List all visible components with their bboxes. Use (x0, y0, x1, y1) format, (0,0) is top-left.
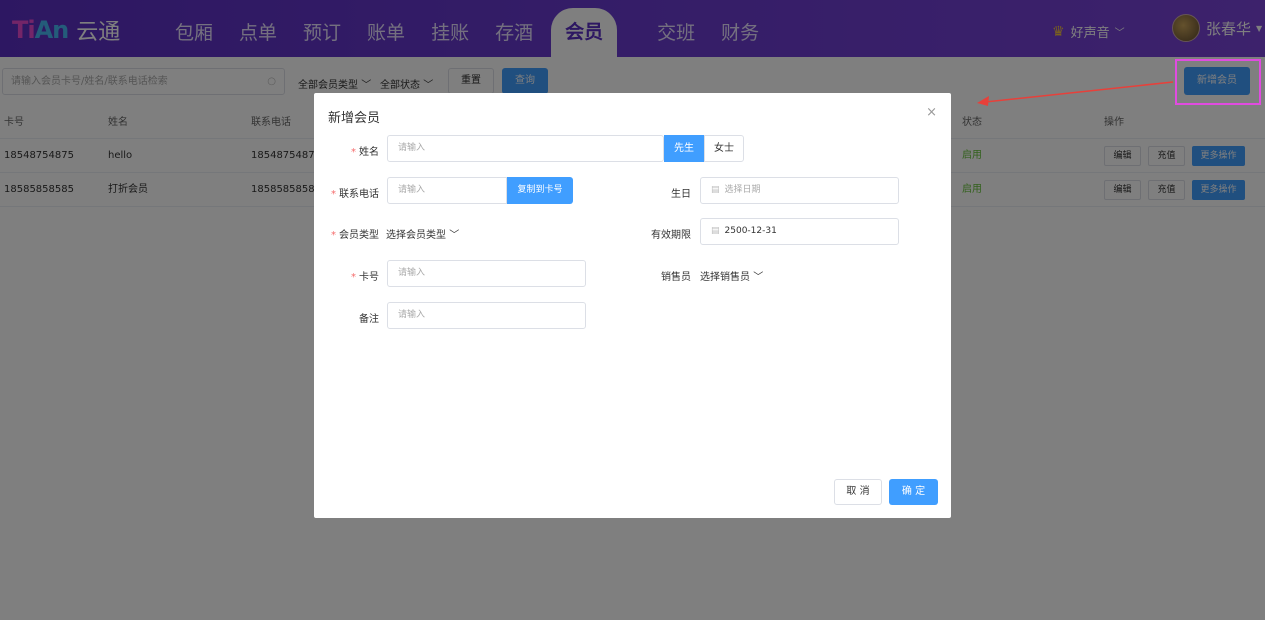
copy-to-card-button[interactable]: 复制到卡号 (507, 177, 573, 204)
chevron-down-icon: ﹀ (753, 272, 764, 283)
gender-female-button[interactable]: 女士 (704, 135, 744, 162)
confirm-button[interactable]: 确 定 (889, 479, 938, 505)
annotation-arrow-icon (977, 81, 1174, 106)
add-member-dialog: 新增会员 × * 姓名 请输入 先生 女士 * 联系电话 请输入 复制到卡号 生日 … (314, 93, 951, 518)
seller-value: 选择销售员 (700, 272, 750, 283)
card-label: * 卡号 (351, 272, 379, 283)
cancel-button[interactable]: 取 消 (834, 479, 882, 505)
expiry-value: 2500-12-31 (724, 226, 777, 236)
remark-input[interactable]: 请输入 (387, 302, 586, 329)
gender-male-button[interactable]: 先生 (664, 135, 704, 162)
member-type-label: * 会员类型 (331, 230, 379, 241)
member-type-value: 选择会员类型 (386, 230, 446, 241)
member-type-select[interactable]: 选择会员类型 ﹀ (386, 226, 459, 241)
seller-select[interactable]: 选择销售员 ﹀ (700, 268, 763, 283)
dialog-title: 新增会员 (328, 111, 381, 126)
birthday-date-picker[interactable]: ▤ 选择日期 (700, 177, 899, 204)
birthday-placeholder: 选择日期 (724, 185, 761, 195)
name-input[interactable]: 请输入 (387, 135, 664, 162)
expiry-label: 有效期限 (651, 230, 691, 241)
phone-label: * 联系电话 (331, 189, 379, 200)
calendar-icon: ▤ (711, 185, 720, 195)
chevron-down-icon: ﹀ (449, 230, 460, 241)
calendar-icon: ▤ (711, 226, 720, 236)
card-number-input[interactable]: 请输入 (387, 260, 586, 287)
remark-label: 备注 (359, 314, 379, 325)
name-label: * 姓名 (351, 147, 379, 158)
annotation-highlight-box (1175, 59, 1261, 105)
expiry-date-picker[interactable]: ▤ 2500-12-31 (700, 218, 899, 245)
seller-label: 销售员 (661, 272, 691, 283)
birthday-label: 生日 (671, 189, 691, 200)
close-icon[interactable]: × (926, 105, 937, 120)
phone-input[interactable]: 请输入 (387, 177, 507, 204)
